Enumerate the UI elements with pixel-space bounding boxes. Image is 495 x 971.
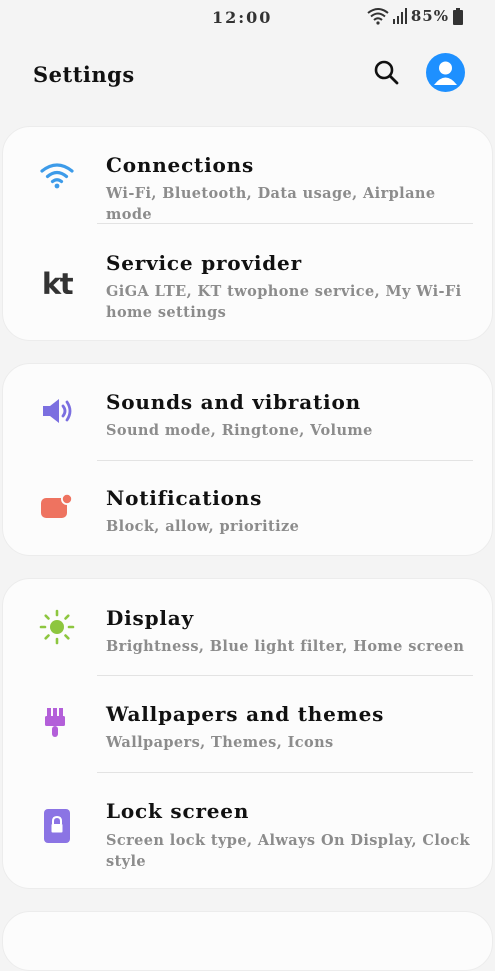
item-title: Notifications bbox=[106, 486, 263, 510]
settings-item-service-provider[interactable]: kt Service provider GiGA LTE, KT twophon… bbox=[3, 224, 494, 342]
settings-item-wallpapers-and-themes[interactable]: Wallpapers and themes Wallpapers, Themes… bbox=[3, 676, 494, 772]
settings-group-2: Sounds and vibration Sound mode, Rington… bbox=[2, 363, 493, 556]
settings-group-3: Display Brightness, Blue light filter, H… bbox=[2, 578, 493, 889]
item-title: Connections bbox=[106, 153, 255, 177]
person-icon bbox=[434, 61, 457, 85]
item-title: Service provider bbox=[106, 251, 302, 275]
wifi-icon bbox=[37, 155, 77, 195]
status-time: 12:00 bbox=[212, 8, 273, 27]
wifi-status-icon bbox=[367, 7, 389, 25]
battery-icon bbox=[453, 7, 463, 25]
item-subtitle: Wi-Fi, Bluetooth, Data usage, Airplane m… bbox=[106, 185, 436, 223]
status-bar: 12:00 85% bbox=[0, 0, 495, 36]
item-subtitle: Block, allow, prioritize bbox=[106, 518, 300, 535]
sun-icon bbox=[37, 607, 77, 647]
item-title: Sounds and vibration bbox=[106, 390, 361, 414]
app-header: Settings bbox=[0, 52, 495, 96]
item-title: Wallpapers and themes bbox=[106, 702, 385, 726]
page-title: Settings bbox=[33, 62, 135, 87]
status-indicators: 85% bbox=[367, 7, 463, 25]
notification-badge-icon bbox=[37, 487, 77, 527]
speaker-icon bbox=[37, 391, 77, 431]
item-subtitle: GiGA LTE, KT twophone service, My Wi-Fi … bbox=[106, 283, 462, 321]
item-subtitle: Screen lock type, Always On Display, Clo… bbox=[106, 832, 470, 870]
kt-logo-text: kt bbox=[41, 266, 74, 301]
item-title: Lock screen bbox=[106, 799, 250, 823]
paint-brush-icon bbox=[37, 703, 77, 743]
item-subtitle: Brightness, Blue light filter, Home scre… bbox=[106, 638, 465, 655]
item-subtitle: Sound mode, Ringtone, Volume bbox=[106, 422, 373, 439]
battery-percentage: 85% bbox=[410, 7, 449, 25]
account-avatar-button[interactable] bbox=[426, 53, 465, 92]
settings-item-sounds-and-vibration[interactable]: Sounds and vibration Sound mode, Rington… bbox=[3, 364, 494, 460]
item-subtitle: Wallpapers, Themes, Icons bbox=[106, 734, 334, 751]
settings-item-notifications[interactable]: Notifications Block, allow, prioritize bbox=[3, 461, 494, 557]
settings-item-lock-screen[interactable]: Lock screen Screen lock type, Always On … bbox=[3, 773, 494, 890]
search-icon bbox=[374, 60, 399, 85]
settings-item-display[interactable]: Display Brightness, Blue light filter, H… bbox=[3, 579, 494, 675]
settings-group-1: Connections Wi-Fi, Bluetooth, Data usage… bbox=[2, 126, 493, 341]
kt-logo-icon: kt bbox=[37, 264, 77, 304]
signal-strength-icon bbox=[392, 8, 407, 24]
search-button[interactable] bbox=[372, 58, 400, 86]
settings-item-connections[interactable]: Connections Wi-Fi, Bluetooth, Data usage… bbox=[3, 127, 494, 223]
item-title: Display bbox=[106, 606, 194, 630]
lock-icon bbox=[37, 806, 77, 846]
settings-group-4 bbox=[2, 911, 493, 971]
